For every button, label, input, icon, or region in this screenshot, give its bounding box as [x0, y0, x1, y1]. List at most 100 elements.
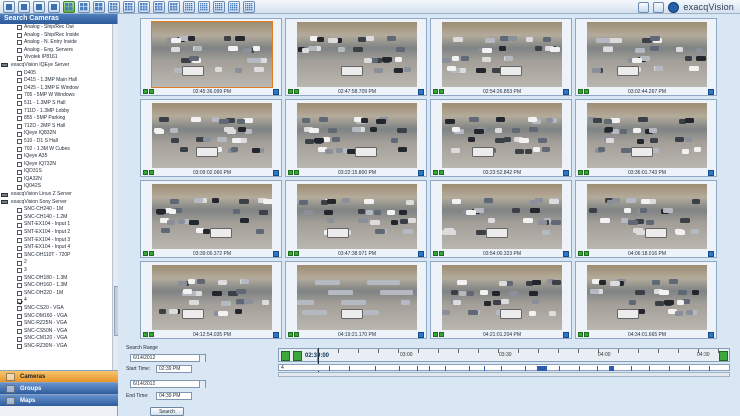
camera-checkbox[interactable]: [17, 161, 22, 167]
tree-camera-item[interactable]: SNT-EX104 - Input 3: [0, 237, 112, 245]
tree-camera-item[interactable]: 855 - 5MP Parking: [0, 115, 112, 123]
tree-camera-item[interactable]: SNT-EX104 - Input 4: [0, 244, 112, 252]
config-icon[interactable]: [33, 1, 45, 13]
camera-tile[interactable]: 03:54:00.323 PM: [430, 180, 572, 258]
tree-camera-item[interactable]: SNC-DH110T - 720P: [0, 252, 112, 260]
camera-tile[interactable]: 04:06:18.016 PM: [575, 180, 717, 258]
camera-checkbox[interactable]: [17, 146, 22, 152]
camera-tile[interactable]: 03:47:38.971 PM: [285, 180, 427, 258]
motion-event-mark[interactable]: [501, 366, 502, 371]
camera-checkbox[interactable]: [17, 291, 22, 297]
camera-video-frame[interactable]: [152, 265, 272, 330]
camera-checkbox[interactable]: [17, 313, 22, 319]
tree-camera-item[interactable]: SNT-EX104 - Input 1: [0, 221, 112, 229]
search-button[interactable]: Search: [150, 407, 184, 416]
camera-checkbox[interactable]: [17, 237, 22, 243]
motion-event-mark[interactable]: [597, 366, 598, 371]
camera-checkbox[interactable]: [17, 245, 22, 251]
tree-camera-item[interactable]: IQ042S: [0, 183, 112, 191]
camera-checkbox[interactable]: [17, 207, 22, 213]
camera-video-frame[interactable]: [297, 265, 417, 330]
tree-camera-item[interactable]: IQeye IQ832N: [0, 130, 112, 138]
camera-checkbox[interactable]: [17, 344, 22, 350]
search-icon[interactable]: [18, 1, 30, 13]
tree-camera-item[interactable]: 511 - 1.3MP S Hall: [0, 100, 112, 108]
info-icon[interactable]: [418, 251, 424, 257]
tree-camera-item[interactable]: SNC-DM160 - VGA: [0, 313, 112, 321]
timeline-ruler[interactable]: 02:39:00 03:0003:3004:0004:30: [278, 348, 730, 363]
tree-camera-item[interactable]: 3: [0, 267, 112, 275]
next-icon[interactable]: [653, 1, 665, 13]
tree-camera-item[interactable]: 702 - 1.3M W Cubes: [0, 146, 112, 154]
tree-camera-item[interactable]: 712D - 2MP S Hall: [0, 123, 112, 131]
camera-video-frame[interactable]: [442, 184, 562, 249]
motion-event-mark[interactable]: [417, 366, 418, 371]
motion-event-mark[interactable]: [579, 366, 580, 371]
camera-checkbox[interactable]: [17, 321, 22, 327]
camera-checkbox[interactable]: [17, 306, 22, 312]
layout-12-icon[interactable]: [168, 1, 180, 13]
camera-checkbox[interactable]: [17, 93, 22, 99]
camera-checkbox[interactable]: [17, 108, 22, 114]
timeline[interactable]: 02:39:00 03:0003:3004:0004:30 4: [278, 348, 730, 380]
dropdown-icon[interactable]: [199, 355, 205, 362]
motion-event-mark[interactable]: [469, 366, 470, 371]
layout-16-icon[interactable]: [198, 1, 210, 13]
info-icon[interactable]: [563, 332, 569, 338]
motion-event-mark[interactable]: [689, 366, 690, 371]
camera-checkbox[interactable]: [17, 184, 22, 190]
info-icon[interactable]: [273, 332, 279, 338]
motion-event-mark[interactable]: [445, 366, 446, 371]
camera-checkbox[interactable]: [17, 260, 22, 266]
timeline-track[interactable]: 4: [278, 364, 730, 371]
camera-checkbox[interactable]: [17, 131, 22, 137]
tree-camera-item[interactable]: 2: [0, 259, 112, 267]
tree-server-node[interactable]: exacqVision Sony Server: [0, 199, 112, 207]
camera-checkbox[interactable]: [17, 139, 22, 145]
info-icon[interactable]: [708, 170, 714, 176]
timeline-prev-icon[interactable]: [281, 351, 290, 361]
camera-tile[interactable]: 03:23:52.842 PM: [430, 99, 572, 177]
motion-event-mark[interactable]: [525, 366, 526, 371]
motion-event-mark[interactable]: [559, 366, 560, 371]
layout-10-icon[interactable]: [153, 1, 165, 13]
motion-event-mark[interactable]: [484, 366, 485, 371]
tree-camera-item[interactable]: Analog - N. Entry Inside: [0, 39, 112, 47]
tree-camera-item[interactable]: SNC-CS20 - VGA: [0, 305, 112, 313]
tree-camera-item[interactable]: 510 - D1 S Hall: [0, 138, 112, 146]
camera-checkbox[interactable]: [17, 215, 22, 221]
camera-checkbox[interactable]: [17, 70, 22, 76]
camera-tile[interactable]: 04:34:01.665 PM: [575, 261, 717, 339]
tree-server-node[interactable]: exacqVision IQEye Server: [0, 62, 112, 70]
camera-video-frame[interactable]: [587, 265, 707, 330]
camera-checkbox[interactable]: [17, 222, 22, 228]
info-icon[interactable]: [563, 251, 569, 257]
camera-checkbox[interactable]: [17, 101, 22, 107]
camera-checkbox[interactable]: [17, 154, 22, 160]
tree-camera-item[interactable]: SNC-CH240 - 1M: [0, 206, 112, 214]
tree-camera-item[interactable]: SNC-CH140 - 1.2M: [0, 214, 112, 222]
camera-video-frame[interactable]: [442, 265, 562, 330]
tree-camera-item[interactable]: Analog - Ship/Rec Out: [0, 24, 112, 32]
help-icon[interactable]: [668, 1, 680, 13]
camera-checkbox[interactable]: [17, 86, 22, 92]
tree-camera-item[interactable]: SNC-DH220 - 1M: [0, 290, 112, 298]
camera-checkbox[interactable]: [17, 116, 22, 122]
camera-video-frame[interactable]: [587, 184, 707, 249]
camera-checkbox[interactable]: [17, 32, 22, 38]
camera-checkbox[interactable]: [17, 253, 22, 259]
camera-checkbox[interactable]: [17, 25, 22, 31]
camera-tile[interactable]: 03:02:44.267 PM: [575, 18, 717, 96]
camera-tile[interactable]: 04:12:54.035 PM: [140, 261, 282, 339]
camera-video-frame[interactable]: [587, 103, 707, 168]
camera-video-frame[interactable]: [152, 184, 272, 249]
camera-checkbox[interactable]: [17, 329, 22, 335]
info-icon[interactable]: [563, 170, 569, 176]
layout-25-icon[interactable]: [228, 1, 240, 13]
layout-6-icon[interactable]: [123, 1, 135, 13]
camera-video-frame[interactable]: [151, 21, 273, 88]
camera-tile[interactable]: 04:19:21.170 PM: [285, 261, 427, 339]
tree-camera-item[interactable]: IQeye IQ732N: [0, 161, 112, 169]
motion-event-mark[interactable]: [399, 366, 400, 371]
layout-13-icon[interactable]: [183, 1, 195, 13]
